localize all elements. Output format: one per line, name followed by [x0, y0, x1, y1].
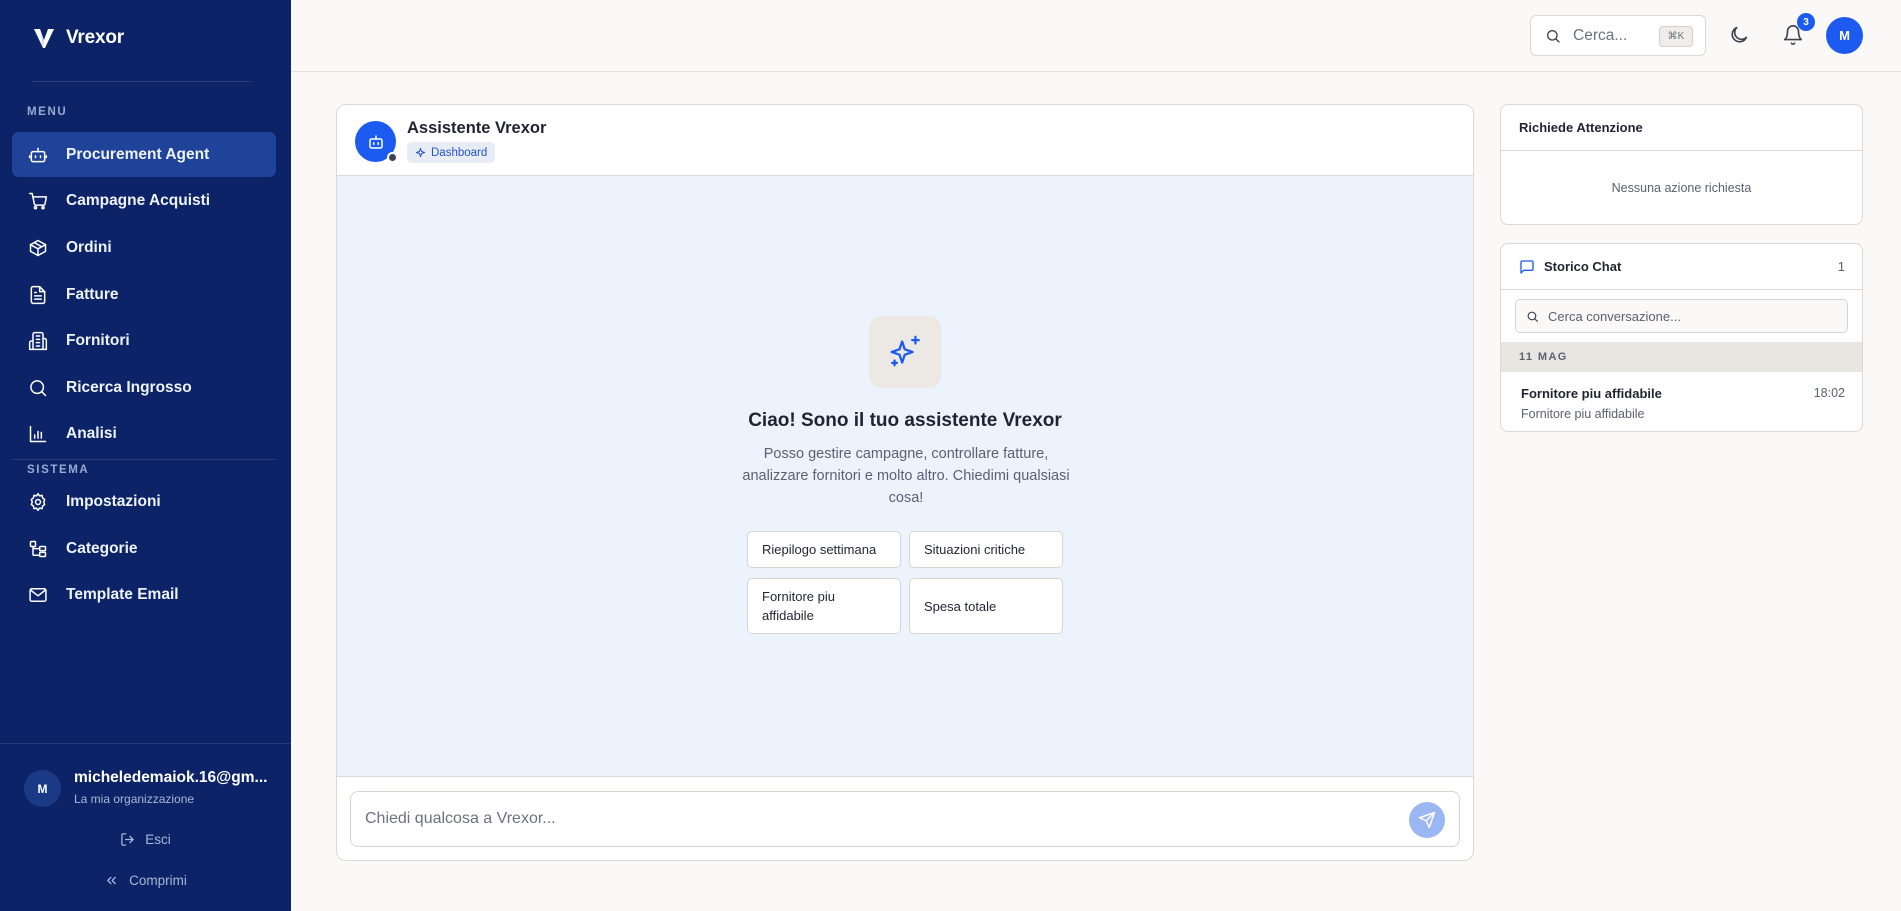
- brand-name: Vrexor: [66, 27, 124, 48]
- chat-body: Ciao! Sono il tuo assistente Vrexor Poss…: [337, 176, 1473, 777]
- chat-input-box: [350, 791, 1460, 847]
- sparkle-icon: [415, 147, 426, 158]
- chat-history-item[interactable]: Fornitore piu affidabile 18:02 Fornitore…: [1501, 372, 1862, 431]
- sparkles-icon: [890, 335, 920, 367]
- sidebar-item-label: Impostazioni: [66, 492, 161, 510]
- sidebar-item-fatture[interactable]: Fatture: [12, 272, 276, 317]
- brand[interactable]: Vrexor: [32, 26, 124, 50]
- chat-history-item-title: Fornitore piu affidabile: [1521, 386, 1662, 401]
- section-label-system: SISTEMA: [27, 464, 90, 476]
- chat-history-count: 1: [1837, 259, 1845, 274]
- attention-title: Richiede Attenzione: [1519, 120, 1643, 135]
- conversation-search: [1515, 299, 1848, 333]
- date-group-header: 11 MAG: [1501, 342, 1862, 372]
- divider: [1501, 150, 1862, 151]
- chat-header: Assistente Vrexor Dashboard: [337, 105, 1473, 176]
- online-status-dot: [387, 152, 398, 163]
- notification-badge: 3: [1797, 13, 1815, 31]
- gear-icon: [30, 492, 46, 511]
- chat-history-item-subtitle: Fornitore piu affidabile: [1521, 407, 1645, 421]
- sidebar-item-label: Ricerca Ingrosso: [66, 378, 192, 396]
- logout-button[interactable]: Esci: [0, 832, 291, 847]
- message-square-icon: [1520, 260, 1534, 274]
- robot-icon: [368, 134, 383, 149]
- welcome-title: Ciao! Sono il tuo assistente Vrexor: [748, 410, 1062, 431]
- section-label-menu: MENU: [27, 106, 68, 118]
- sidebar-item-ordini[interactable]: Ordini: [12, 225, 276, 270]
- sidebar-item-fornitori[interactable]: Fornitori: [12, 318, 276, 363]
- suggestion-button[interactable]: Fornitore piu affidabile: [747, 578, 901, 634]
- moon-icon[interactable]: [1728, 24, 1750, 46]
- cart-icon: [28, 192, 48, 210]
- sidebar-item-label: Fatture: [66, 285, 119, 303]
- chat-title: Assistente Vrexor: [407, 119, 547, 137]
- chat-history-item-time: 18:02: [1813, 386, 1845, 400]
- sidebar-item-procurement-agent[interactable]: Procurement Agent: [12, 132, 276, 177]
- divider: [0, 743, 291, 744]
- tree-icon: [29, 540, 47, 557]
- context-tag[interactable]: Dashboard: [407, 142, 496, 163]
- file-icon: [30, 285, 46, 304]
- attention-empty-text: Nessuna azione richiesta: [1611, 181, 1752, 195]
- vrexor-logo-icon: [34, 29, 54, 48]
- user-email: micheledemaiok.16@gm...: [74, 769, 268, 786]
- avatar[interactable]: M: [1826, 17, 1863, 54]
- sidebar-item-label: Template Email: [66, 585, 179, 603]
- chat-history-card: Storico Chat 1 11 MAG Fornitore piu affi…: [1500, 243, 1863, 432]
- sidebar-item-impostazioni[interactable]: Impostazioni: [12, 479, 276, 524]
- chat-input[interactable]: [365, 792, 1365, 846]
- chevrons-left-icon: [107, 876, 116, 885]
- package-icon: [29, 239, 47, 256]
- search-icon: [1547, 29, 1560, 43]
- suggestion-button[interactable]: Situazioni critiche: [909, 531, 1063, 568]
- sidebar-item-label: Campagne Acquisti: [66, 191, 211, 209]
- keyboard-shortcut: ⌘K: [1659, 26, 1693, 47]
- search-icon: [30, 379, 47, 396]
- bar-chart-icon: [29, 425, 47, 442]
- global-search[interactable]: Cerca... ⌘K: [1530, 15, 1706, 56]
- search-icon: [1527, 311, 1538, 322]
- welcome-text: Posso gestire campagne, controllare fatt…: [742, 446, 1070, 506]
- sidebar-item-campagne-acquisti[interactable]: Campagne Acquisti: [12, 178, 276, 223]
- user-organization: La mia organizzazione: [74, 792, 195, 806]
- suggestion-button[interactable]: Spesa totale: [909, 578, 1063, 634]
- sidebar-item-ricerca-ingrosso[interactable]: Ricerca Ingrosso: [12, 365, 276, 410]
- building-icon: [28, 331, 48, 350]
- context-tag-label: Dashboard: [431, 146, 488, 159]
- chat-history-title: Storico Chat: [1544, 259, 1622, 274]
- user-avatar[interactable]: M: [24, 770, 61, 807]
- search-placeholder: Cerca...: [1573, 26, 1628, 44]
- send-icon: [1418, 811, 1436, 829]
- sidebar-item-label: Analisi: [66, 424, 117, 442]
- robot-icon: [28, 147, 48, 162]
- sidebar: Vrexor MENU Procurement Agent Campagne A…: [0, 0, 291, 911]
- sidebar-item-label: Procurement Agent: [66, 145, 210, 163]
- collapse-label: Comprimi: [129, 873, 187, 888]
- chat-history-header: Storico Chat 1: [1501, 244, 1862, 290]
- suggestion-button[interactable]: Riepilogo settimana: [747, 531, 901, 568]
- collapse-button[interactable]: Comprimi: [0, 873, 291, 888]
- sidebar-item-label: Categorie: [66, 539, 138, 557]
- conversation-search-input[interactable]: [1548, 308, 1838, 324]
- sidebar-item-label: Ordini: [66, 238, 112, 256]
- sidebar-item-template-email[interactable]: Template Email: [12, 572, 276, 617]
- sidebar-item-categorie[interactable]: Categorie: [12, 526, 276, 571]
- logout-label: Esci: [145, 832, 171, 847]
- divider: [12, 459, 276, 460]
- mail-icon: [29, 587, 47, 602]
- send-button[interactable]: [1409, 802, 1445, 838]
- logout-icon: [121, 833, 134, 846]
- chat-panel: Assistente Vrexor Dashboard Ciao! Sono i…: [336, 104, 1474, 861]
- sidebar-item-label: Fornitori: [66, 331, 130, 349]
- attention-card: Richiede Attenzione Nessuna azione richi…: [1500, 104, 1863, 225]
- divider: [32, 81, 251, 82]
- sidebar-item-analisi[interactable]: Analisi: [12, 411, 276, 456]
- sparkle-badge: [869, 316, 941, 388]
